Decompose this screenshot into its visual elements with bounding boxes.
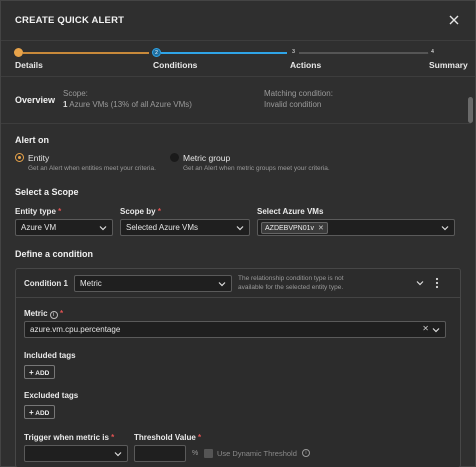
excluded-tags-label: Excluded tags xyxy=(24,391,79,400)
vm-chip-label: AZDEBVPN01v xyxy=(265,225,315,232)
dynamic-threshold-checkbox[interactable] xyxy=(204,449,213,458)
condition-type-value: Metric xyxy=(80,279,102,288)
matching-value: Invalid condition xyxy=(264,100,322,109)
alert-on-title: Alert on xyxy=(15,135,50,145)
entity-type-value: Azure VM xyxy=(21,223,57,232)
add-excluded-tag-button[interactable]: + ADD xyxy=(24,405,56,419)
scrollbar-thumb[interactable] xyxy=(468,97,473,123)
entity-radio-label[interactable]: Entity xyxy=(28,153,49,163)
define-condition-title: Define a condition xyxy=(15,249,94,259)
create-quick-alert-dialog: CREATE QUICK ALERT Details 2 Conditions … xyxy=(0,0,476,467)
step-4-dot[interactable]: 4 xyxy=(428,48,437,57)
threshold-unit: % xyxy=(192,450,199,457)
step-2-dot[interactable]: 2 xyxy=(152,48,161,57)
more-vertical-icon[interactable] xyxy=(434,277,440,289)
clear-icon[interactable]: ✕ xyxy=(422,324,429,333)
step-1-dot[interactable] xyxy=(14,48,23,57)
matching-label: Matching condition: xyxy=(264,89,333,98)
metric-select[interactable]: azure.vm.cpu.percentage ✕ xyxy=(24,321,446,338)
entity-type-label: Entity type * xyxy=(15,207,62,216)
select-vms-label: Select Azure VMs xyxy=(257,207,324,216)
trigger-label-text: Trigger when metric is xyxy=(24,433,109,442)
step-progress-active xyxy=(161,52,287,54)
dialog-title: CREATE QUICK ALERT xyxy=(15,15,125,26)
condition-type-select[interactable]: Metric xyxy=(74,275,232,292)
condition-panel: Condition 1 Metric The relationship cond… xyxy=(15,268,461,467)
chip-remove-icon[interactable]: ✕ xyxy=(318,225,324,232)
trigger-select[interactable] xyxy=(24,445,128,462)
info-icon[interactable]: i xyxy=(49,311,58,319)
metric-value: azure.vm.cpu.percentage xyxy=(30,325,121,334)
trigger-label: Trigger when metric is * xyxy=(24,433,115,442)
condition-name: Condition 1 xyxy=(24,279,68,288)
dynamic-threshold-label: Use Dynamic Threshold xyxy=(217,449,297,458)
overview-title: Overview xyxy=(15,95,56,105)
step-3-dot[interactable]: 3 xyxy=(289,48,298,57)
threshold-input[interactable] xyxy=(134,445,186,462)
radio-selected-dot xyxy=(17,155,21,159)
chevron-down-icon xyxy=(218,282,226,287)
scope-count: 1 xyxy=(63,100,68,109)
select-vms-input[interactable]: AZDEBVPN01v ✕ xyxy=(257,219,455,236)
condition-type-note: The relationship condition type is not a… xyxy=(238,275,344,291)
scope-by-label: Scope by * xyxy=(120,207,161,216)
info-icon[interactable]: i xyxy=(302,449,310,457)
metric-label: Metric i * xyxy=(24,309,64,319)
add-included-tag-label: ADD xyxy=(35,370,50,377)
step-3-label[interactable]: Actions xyxy=(290,60,321,70)
metric-group-radio-label[interactable]: Metric group xyxy=(183,153,230,163)
step-progress-pending xyxy=(299,52,429,54)
entity-type-label-text: Entity type xyxy=(15,207,56,216)
threshold-label-text: Threshold Value xyxy=(134,433,196,442)
step-progress-done xyxy=(23,52,149,54)
wizard-stepper: Details 2 Conditions 3 Actions 4 Summary xyxy=(1,41,475,77)
entity-type-select[interactable]: Azure VM xyxy=(15,219,113,236)
chevron-down-icon xyxy=(432,328,440,333)
close-icon[interactable] xyxy=(447,13,461,27)
entity-radio-desc: Get an Alert when entities meet your cri… xyxy=(28,165,156,172)
chevron-down-icon[interactable] xyxy=(416,279,424,287)
entity-radio[interactable] xyxy=(15,153,24,162)
divider xyxy=(1,123,471,124)
chevron-down-icon xyxy=(99,226,107,231)
step-4-label[interactable]: Summary xyxy=(429,60,468,70)
included-tags-label: Included tags xyxy=(24,351,76,360)
metric-group-radio[interactable] xyxy=(170,153,179,162)
step-2-label[interactable]: Conditions xyxy=(153,60,197,70)
scope-summary: 1 Azure VMs (13% of all Azure VMs) xyxy=(63,100,192,109)
metric-label-text: Metric xyxy=(24,309,48,318)
dialog-header: CREATE QUICK ALERT xyxy=(1,1,475,41)
scope-by-select[interactable]: Selected Azure VMs xyxy=(120,219,250,236)
plus-icon: + xyxy=(29,368,34,377)
scope-by-value: Selected Azure VMs xyxy=(126,223,199,232)
step-1-label[interactable]: Details xyxy=(15,60,43,70)
select-scope-title: Select a Scope xyxy=(15,187,79,197)
threshold-label: Threshold Value * xyxy=(134,433,202,442)
scope-text: Azure VMs (13% of all Azure VMs) xyxy=(69,100,192,109)
metric-group-radio-desc: Get an Alert when metric groups meet you… xyxy=(183,165,330,172)
chevron-down-icon xyxy=(114,452,122,457)
add-excluded-tag-label: ADD xyxy=(35,410,50,417)
plus-icon: + xyxy=(29,408,34,417)
scope-by-label-text: Scope by xyxy=(120,207,156,216)
vm-chip: AZDEBVPN01v ✕ xyxy=(261,222,328,234)
add-included-tag-button[interactable]: + ADD xyxy=(24,365,56,379)
scope-label: Scope: xyxy=(63,89,88,98)
panel-divider xyxy=(16,297,460,298)
chevron-down-icon xyxy=(236,226,244,231)
chevron-down-icon xyxy=(441,226,449,231)
